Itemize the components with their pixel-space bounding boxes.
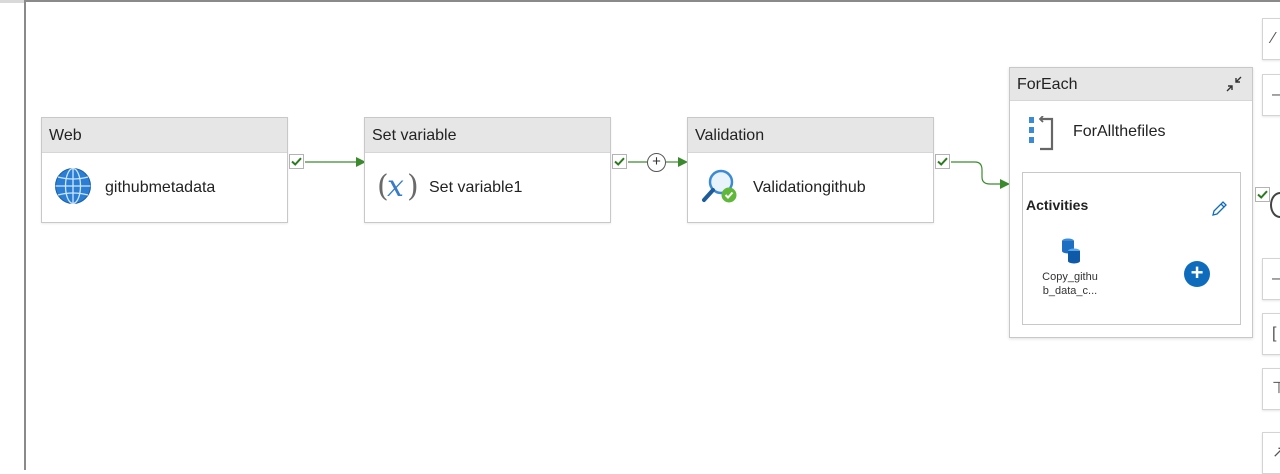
- activity-name: Validationgithub: [753, 179, 866, 196]
- activity-type-label: Web: [42, 118, 287, 153]
- success-output-handle[interactable]: [289, 154, 304, 169]
- variable-icon: ( x ): [377, 167, 419, 210]
- pencil-edit-icon[interactable]: [1210, 200, 1228, 223]
- zoom-out-button[interactable]: –: [1262, 74, 1280, 116]
- activity-name: Set variable1: [429, 179, 523, 196]
- validation-icon: [700, 166, 740, 211]
- checkmark-icon: [614, 157, 625, 166]
- foreach-activity-node[interactable]: ForEach ForAllthefiles Activities Copy_g…: [1009, 67, 1253, 338]
- add-activity-button[interactable]: +: [647, 153, 666, 172]
- inner-activity-name: Copy_githu b_data_c...: [1042, 271, 1098, 297]
- success-output-handle[interactable]: [1255, 187, 1270, 202]
- checkmark-icon: [291, 157, 302, 166]
- checkmark-icon: [937, 157, 948, 166]
- activity-name: ForAllthefiles: [1073, 123, 1166, 140]
- activity-type-label: ForEach: [1010, 68, 1252, 101]
- svg-text:): ): [407, 169, 419, 204]
- web-activity-node[interactable]: Web githubmetadata: [41, 117, 288, 223]
- activity-type-label: Set variable: [365, 118, 610, 153]
- activity-type-label: Validation: [688, 118, 933, 153]
- collapse-icon[interactable]: [1224, 74, 1244, 94]
- set-variable-activity-node[interactable]: Set variable ( x ) Set variable1: [364, 117, 611, 223]
- activity-name: githubmetadata: [105, 179, 216, 196]
- svg-text:x: x: [387, 169, 404, 204]
- globe-icon: [54, 167, 92, 210]
- inner-activities-panel[interactable]: Activities Copy_githu b_data_c... +: [1022, 172, 1241, 325]
- auto-align-button[interactable]: ⊤: [1262, 368, 1280, 410]
- toolbar-user-button[interactable]: ⁄: [1262, 18, 1280, 60]
- success-output-handle[interactable]: [935, 154, 950, 169]
- zoom-reset-button[interactable]: –: [1262, 258, 1280, 300]
- add-inner-activity-button[interactable]: +: [1184, 261, 1210, 287]
- copy-data-icon[interactable]: [1059, 237, 1083, 270]
- success-output-handle[interactable]: [612, 154, 627, 169]
- fit-to-screen-button[interactable]: [: [1262, 313, 1280, 355]
- checkmark-icon: [1257, 190, 1268, 199]
- validation-activity-node[interactable]: Validation Validationgithub: [687, 117, 934, 223]
- activities-heading: Activities: [1026, 197, 1089, 213]
- foreach-icon: [1028, 115, 1056, 157]
